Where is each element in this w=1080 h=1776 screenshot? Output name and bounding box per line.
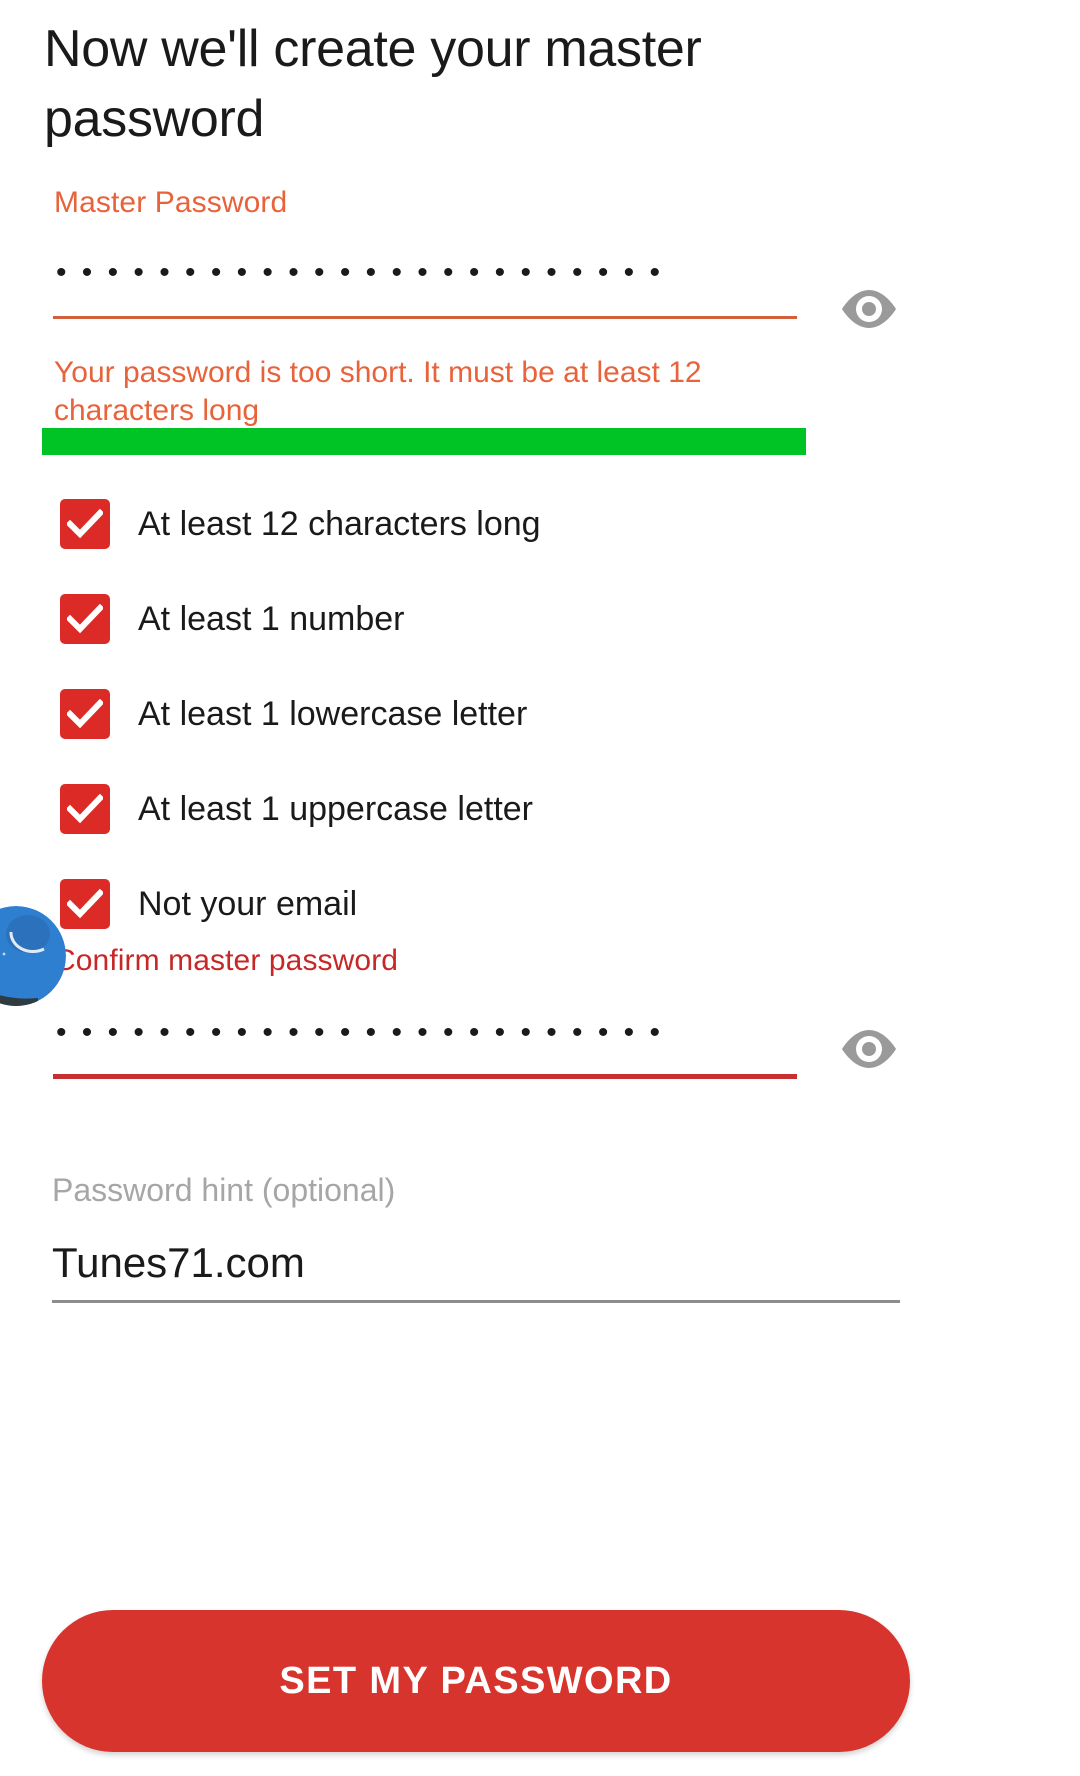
checkbox-checked-icon xyxy=(60,593,110,644)
master-password-reveal-button[interactable] xyxy=(840,288,898,330)
requirement-row: At least 1 lowercase letter xyxy=(0,666,1080,761)
master-password-input[interactable]: •••••••••••••••••••••••• xyxy=(56,250,756,296)
requirement-row: At least 1 uppercase letter xyxy=(0,761,1080,856)
checkbox-checked-icon xyxy=(60,688,110,739)
requirement-label: At least 12 characters long xyxy=(138,504,541,543)
password-error-message: Your password is too short. It must be a… xyxy=(54,356,702,427)
requirement-label: Not your email xyxy=(138,884,358,923)
set-my-password-button[interactable]: SET MY PASSWORD xyxy=(42,1610,910,1752)
checkbox-checked-icon xyxy=(60,783,110,834)
confirm-password-input[interactable]: •••••••••••••••••••••••• xyxy=(56,1010,756,1056)
requirement-label: At least 1 lowercase letter xyxy=(138,694,528,733)
requirement-row: At least 12 characters long xyxy=(0,476,1080,571)
confirm-password-label: Confirm master password xyxy=(54,944,399,977)
eye-icon xyxy=(842,1030,896,1068)
password-hint-label: Password hint (optional) xyxy=(52,1172,396,1208)
requirement-label: At least 1 number xyxy=(138,599,405,638)
password-hint-input[interactable]: Tunes71.com xyxy=(52,1236,305,1290)
checkbox-checked-icon xyxy=(60,878,110,929)
master-password-underline xyxy=(53,316,797,319)
master-password-label: Master Password xyxy=(54,186,288,219)
requirement-row: At least 1 number xyxy=(0,571,1080,666)
create-master-password-screen: Now we'll create your master password Ma… xyxy=(0,0,1080,1776)
eye-icon xyxy=(842,290,896,328)
confirm-password-reveal-button[interactable] xyxy=(840,1028,898,1070)
password-requirements-list: At least 12 characters long At least 1 n… xyxy=(0,476,1080,951)
requirement-row: Not your email xyxy=(0,856,1080,951)
checkbox-checked-icon xyxy=(60,498,110,549)
password-hint-underline xyxy=(52,1300,900,1303)
confirm-password-underline xyxy=(53,1074,797,1079)
requirement-label: At least 1 uppercase letter xyxy=(138,789,534,828)
page-title: Now we'll create your master password xyxy=(44,20,702,148)
password-strength-bar xyxy=(42,428,806,455)
